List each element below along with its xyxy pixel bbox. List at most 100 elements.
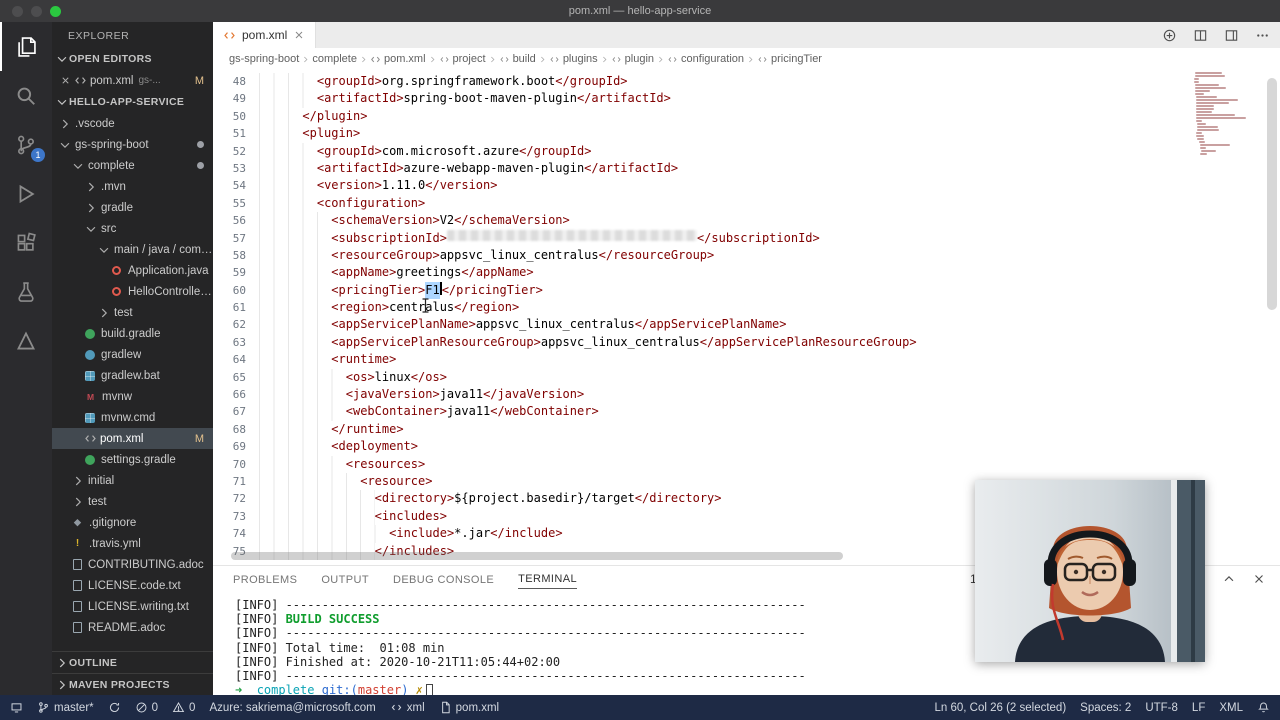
tree-item-mvn[interactable]: .mvn [52, 176, 213, 197]
tree-item-contributing-adoc[interactable]: CONTRIBUTING.adoc [52, 554, 213, 575]
tree-item-license-writing-txt[interactable]: LICENSE.writing.txt [52, 596, 213, 617]
status-xml-language-status[interactable]: xml [390, 701, 425, 714]
line-number: 69 [232, 440, 246, 454]
close-panel-icon[interactable] [1252, 572, 1266, 586]
status-encoding-label: UTF-8 [1145, 701, 1178, 714]
breadcrumb-configuration[interactable]: configuration [667, 53, 744, 65]
breadcrumb-complete[interactable]: complete [312, 53, 357, 65]
status-remote-indicator[interactable] [10, 701, 23, 714]
breadcrumb-project[interactable]: project [439, 53, 486, 65]
activity-source-control[interactable]: 1 [0, 120, 52, 169]
editor-vertical-scrollbar[interactable] [1267, 78, 1277, 310]
project-section-header[interactable]: HELLO-APP-SERVICE [52, 91, 213, 113]
status-azure-account[interactable]: Azure: sakriema@microsoft.com [209, 702, 375, 714]
tree-item-mvnw-cmd[interactable]: mvnw.cmd [52, 407, 213, 428]
tree-item-src[interactable]: src [52, 218, 213, 239]
tree-item-gitignore[interactable]: ◆ .gitignore [52, 512, 213, 533]
close-icon[interactable] [60, 75, 71, 86]
maximize-panel-icon[interactable] [1222, 572, 1236, 586]
tree-item-gradlew-bat[interactable]: gradlew.bat [52, 365, 213, 386]
status-git-branch[interactable]: master* [37, 701, 94, 714]
open-editors-header[interactable]: OPEN EDITORS [52, 48, 213, 70]
tree-item-gradle[interactable]: gradle [52, 197, 213, 218]
breadcrumb-plugins[interactable]: plugins [549, 53, 598, 65]
tree-item-hellocontroller-ja[interactable]: HelloController.ja... [52, 281, 213, 302]
status-active-file[interactable]: pom.xml [439, 701, 499, 714]
activity-azure[interactable] [0, 316, 52, 365]
panel-tab-problems[interactable]: PROBLEMS [233, 570, 297, 589]
tree-item-label: main / java / com / ... [114, 243, 213, 256]
outline-section-header[interactable]: OUTLINE [52, 651, 213, 673]
redacted-subscription-id [446, 229, 697, 241]
chevron-down-icon [58, 138, 72, 152]
tree-item-main-java-com[interactable]: main / java / com / ... [52, 239, 213, 260]
activity-extensions[interactable] [0, 218, 52, 267]
tree-item-pom-xml[interactable]: pom.xml M [52, 428, 213, 449]
breadcrumb-plugin[interactable]: plugin [611, 53, 654, 65]
breadcrumb-pricingtier[interactable]: pricingTier [757, 53, 822, 65]
maven-projects-section-header[interactable]: MAVEN PROJECTS [52, 673, 213, 695]
minimap[interactable] [1190, 72, 1264, 492]
line-number: 52 [232, 144, 246, 158]
xml-node-icon [439, 54, 450, 65]
activity-search[interactable] [0, 71, 52, 120]
tab-pom-xml[interactable]: pom.xml [213, 22, 317, 48]
tree-item-test[interactable]: test [52, 491, 213, 512]
tree-item-label: .gitignore [89, 516, 137, 529]
git-modified-badge: M [194, 432, 204, 445]
code-line-50: 50 </plugin > [213, 107, 1280, 126]
status-encoding[interactable]: UTF-8 [1145, 702, 1178, 714]
tree-item-test[interactable]: test [52, 302, 213, 323]
layout-icon[interactable] [1224, 28, 1239, 43]
breadcrumb-label: project [452, 53, 486, 65]
status-errors[interactable]: 0 [135, 701, 158, 714]
status-eol[interactable]: LF [1192, 702, 1205, 714]
status-sync-changes[interactable] [108, 701, 121, 714]
open-changes-icon[interactable] [1162, 28, 1177, 43]
breadcrumb-build[interactable]: build [499, 53, 536, 65]
tree-item-travis-yml[interactable]: ! .travis.yml [52, 533, 213, 554]
traffic-light-zoom[interactable] [50, 5, 61, 17]
tree-item-complete[interactable]: complete [52, 155, 213, 176]
search-icon [15, 85, 37, 107]
tab-close-icon[interactable] [293, 29, 305, 41]
breadcrumb-gs-spring-boot[interactable]: gs-spring-boot [229, 53, 299, 65]
panel-tab-output[interactable]: OUTPUT [321, 570, 369, 589]
code-line-64: 64 < runtime > [213, 351, 1280, 369]
chevron-right-icon [97, 306, 111, 320]
panel-tab-debug-console[interactable]: DEBUG CONSOLE [393, 570, 494, 589]
activity-explorer[interactable] [0, 22, 52, 71]
chevron-down-icon [97, 243, 111, 257]
line-number: 53 [232, 161, 246, 175]
status-indentation[interactable]: Spaces: 2 [1080, 702, 1131, 714]
chevron-right-icon [301, 55, 310, 64]
status-notifications[interactable] [1257, 701, 1270, 714]
tree-item-mvnw[interactable]: Mmvnw [52, 386, 213, 407]
activity-run-debug[interactable] [0, 169, 52, 218]
status-warnings[interactable]: 0 [172, 701, 195, 714]
tree-item-settings-gradle[interactable]: settings.gradle [52, 449, 213, 470]
status-language-mode[interactable]: XML [1219, 702, 1243, 714]
breadcrumb-pom-xml[interactable]: pom.xml [370, 53, 426, 65]
window-controls [12, 0, 61, 22]
tree-item-gs-spring-boot[interactable]: gs-spring-boot [52, 134, 213, 155]
panel-tab-terminal[interactable]: TERMINAL [518, 569, 577, 589]
traffic-light-close[interactable] [12, 5, 23, 17]
tree-item-build-gradle[interactable]: build.gradle [52, 323, 213, 344]
tree-item-initial[interactable]: initial [52, 470, 213, 491]
split-editor-icon[interactable] [1193, 28, 1208, 43]
tree-item-readme-adoc[interactable]: README.adoc [52, 617, 213, 638]
line-number: 71 [232, 474, 246, 488]
traffic-light-minimize[interactable] [31, 5, 42, 17]
more-actions-icon[interactable] [1255, 28, 1270, 43]
tree-item-license-code-txt[interactable]: LICENSE.code.txt [52, 575, 213, 596]
tree-item-vscode[interactable]: .vscode [52, 113, 213, 134]
open-editor-pom-xml[interactable]: pom.xml gs-... M [52, 70, 213, 91]
editor-horizontal-scrollbar[interactable] [231, 552, 843, 560]
tree-item-gradlew[interactable]: gradlew [52, 344, 213, 365]
activity-testing[interactable] [0, 267, 52, 316]
code-line-58: 58 < resourceGroup > appsvc_linux_centralus <… [213, 246, 1280, 265]
status-cursor-position[interactable]: Ln 60, Col 26 (2 selected) [934, 702, 1066, 714]
java-file-icon [112, 266, 121, 275]
tree-item-application-java[interactable]: Application.java [52, 260, 213, 281]
